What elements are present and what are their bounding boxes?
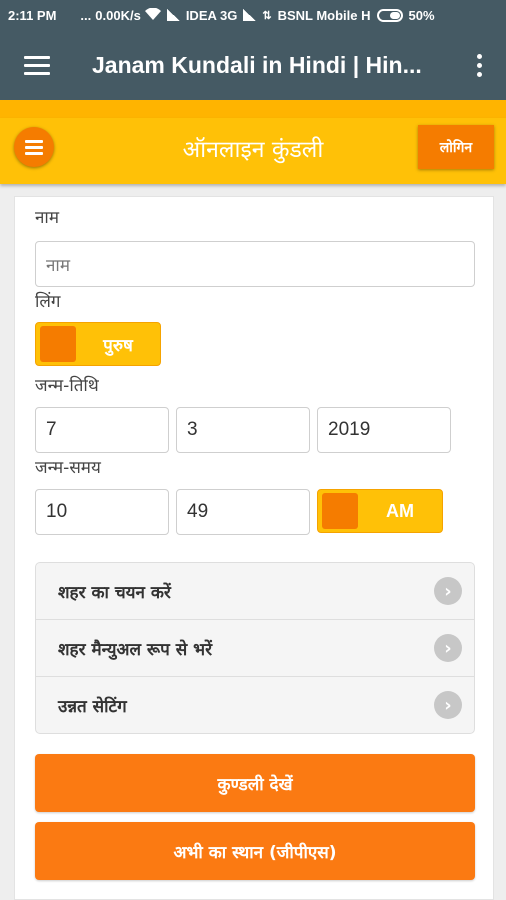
dob-month-input[interactable]: 3 (176, 407, 310, 453)
dob-label: जन्म-तिथि (35, 376, 99, 396)
app-title: Janam Kundali in Hindi | Hin... (92, 51, 422, 78)
ampm-value: AM (386, 500, 414, 521)
tob-minute-input[interactable]: 49 (176, 489, 310, 535)
chevron-right-icon: › (434, 634, 462, 662)
gender-toggle[interactable]: पुरुष (35, 322, 161, 366)
tob-label: जन्म-समय (35, 458, 101, 478)
options-list: शहर का चयन करें › शहर मैन्युअल रूप से भर… (35, 562, 475, 734)
overflow-menu-icon[interactable] (477, 54, 482, 77)
carrier-2: BSNL Mobile H (277, 7, 371, 23)
signal-icon (166, 9, 180, 21)
dob-year-input[interactable]: 2019 (317, 407, 451, 453)
manual-city-item[interactable]: शहर मैन्युअल रूप से भरें › (36, 620, 474, 677)
tob-hour-input[interactable]: 10 (35, 489, 169, 535)
select-city-item[interactable]: शहर का चयन करें › (36, 563, 474, 620)
network-speed: 0.00K/s (95, 7, 141, 23)
header-strip (0, 100, 506, 118)
list-item-label: शहर मैन्युअल रूप से भरें (58, 639, 213, 660)
signal-icon (243, 9, 257, 21)
gender-label: लिंग (35, 292, 61, 312)
battery-icon (376, 8, 403, 22)
carrier-1: IDEA 3G (185, 7, 238, 23)
name-input[interactable]: नाम (35, 241, 475, 287)
kundali-form: नाम नाम लिंग पुरुष जन्म-तिथि 7 3 2019 जन… (14, 196, 494, 900)
drawer-menu-icon[interactable] (24, 55, 50, 75)
list-item-label: उन्नत सेटिंग (58, 697, 127, 717)
current-location-button[interactable]: अभी का स्थान (जीपीएस) (35, 822, 475, 880)
gender-value: पुरुष (103, 335, 133, 356)
view-kundali-button[interactable]: कुण्डली देखें (35, 754, 475, 812)
dob-day-input[interactable]: 7 (35, 407, 169, 453)
battery-level: 50% (408, 7, 435, 23)
login-button[interactable]: लोगिन (418, 125, 494, 169)
chevron-right-icon: › (434, 691, 462, 719)
toggle-knob (40, 326, 76, 362)
status-time: 2:11 PM (8, 7, 57, 23)
app-bar: Janam Kundali in Hindi | Hin... (0, 30, 506, 100)
name-label: नाम (35, 208, 60, 228)
page-header: ऑनलाइन कुंडली लोगिन (0, 118, 506, 184)
ampm-toggle[interactable]: AM (317, 489, 443, 533)
advanced-settings-item[interactable]: उन्नत सेटिंग › (36, 677, 474, 734)
wifi-icon (144, 7, 161, 23)
status-dots: ... (80, 7, 92, 23)
status-bar: 2:11 PM ... 0.00K/s IDEA 3G ⇅ BSNL Mobil… (0, 0, 506, 30)
data-arrows-icon: ⇅ (262, 9, 272, 22)
chevron-right-icon: › (434, 577, 462, 605)
list-item-label: शहर का चयन करें (58, 582, 171, 603)
toggle-knob (322, 493, 358, 529)
